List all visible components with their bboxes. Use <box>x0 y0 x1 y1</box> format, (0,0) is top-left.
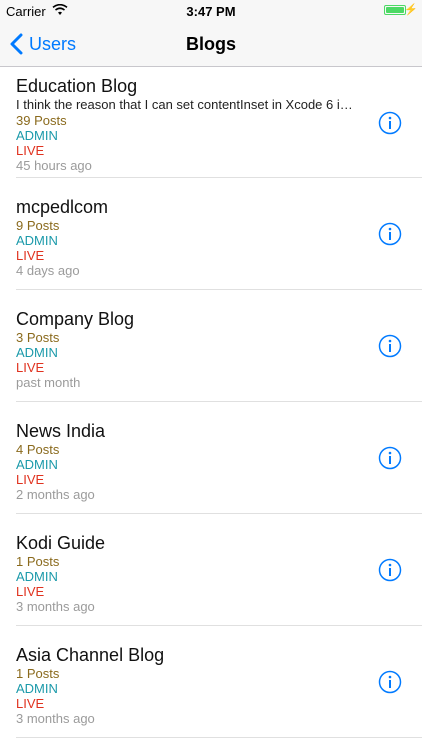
updated-time: past month <box>16 375 81 390</box>
blog-row[interactable]: Kodi Guide 1 Posts ADMIN LIVE 3 months a… <box>0 514 422 626</box>
blog-row[interactable]: Asia Channel Blog 1 Posts ADMIN LIVE 3 m… <box>0 626 422 738</box>
status-bar: Carrier 3:47 PM ⚡ <box>0 0 422 22</box>
status-label: LIVE <box>16 584 45 599</box>
post-count: 9 Posts <box>16 218 60 233</box>
page-title: Blogs <box>185 34 236 54</box>
status-time: 3:47 PM <box>186 4 236 19</box>
status-label: LIVE <box>16 360 45 375</box>
info-icon[interactable] <box>378 446 402 470</box>
blog-name: Kodi Guide <box>16 533 106 553</box>
navigation-bar: Users Blogs <box>0 22 422 67</box>
updated-time: 2 months ago <box>16 487 95 502</box>
post-count: 3 Posts <box>16 330 60 345</box>
updated-time: 3 months ago <box>16 711 95 726</box>
status-label: LIVE <box>16 472 45 487</box>
role-label: ADMIN <box>16 457 58 472</box>
battery-icon <box>384 5 406 15</box>
info-icon[interactable] <box>378 558 402 582</box>
blog-row[interactable]: mcpedlcom 9 Posts ADMIN LIVE 4 days ago <box>0 178 422 290</box>
info-icon[interactable] <box>378 222 402 246</box>
updated-time: 3 months ago <box>16 599 95 614</box>
post-count: 1 Posts <box>16 666 60 681</box>
row-separator <box>16 737 422 738</box>
blog-name: Company Blog <box>16 309 135 329</box>
role-label: ADMIN <box>16 345 58 360</box>
post-count: 1 Posts <box>16 554 60 569</box>
info-icon[interactable] <box>378 334 402 358</box>
role-label: ADMIN <box>16 681 58 696</box>
blog-row[interactable]: Company Blog 3 Posts ADMIN LIVE past mon… <box>0 290 422 402</box>
blog-name: mcpedlcom <box>16 197 109 217</box>
post-count: 4 Posts <box>16 442 60 457</box>
status-label: LIVE <box>16 143 45 158</box>
blog-name: News India <box>16 421 106 441</box>
role-label: ADMIN <box>16 569 58 584</box>
blog-description: I think the reason that I can set conten… <box>16 97 356 112</box>
updated-time: 45 hours ago <box>16 158 92 173</box>
blog-name: Education Blog <box>16 76 138 96</box>
post-count: 39 Posts <box>16 113 67 128</box>
info-icon[interactable] <box>378 111 402 135</box>
status-label: LIVE <box>16 248 45 263</box>
charging-bolt-icon: ⚡ <box>404 4 418 16</box>
status-label: LIVE <box>16 696 45 711</box>
blog-list: Education Blog I think the reason that I… <box>0 67 422 738</box>
blog-name: Asia Channel Blog <box>16 645 165 665</box>
info-icon[interactable] <box>378 670 402 694</box>
role-label: ADMIN <box>16 233 58 248</box>
updated-time: 4 days ago <box>16 263 80 278</box>
blog-row[interactable]: Education Blog I think the reason that I… <box>0 67 422 178</box>
blog-row[interactable]: News India 4 Posts ADMIN LIVE 2 months a… <box>0 402 422 514</box>
role-label: ADMIN <box>16 128 58 143</box>
